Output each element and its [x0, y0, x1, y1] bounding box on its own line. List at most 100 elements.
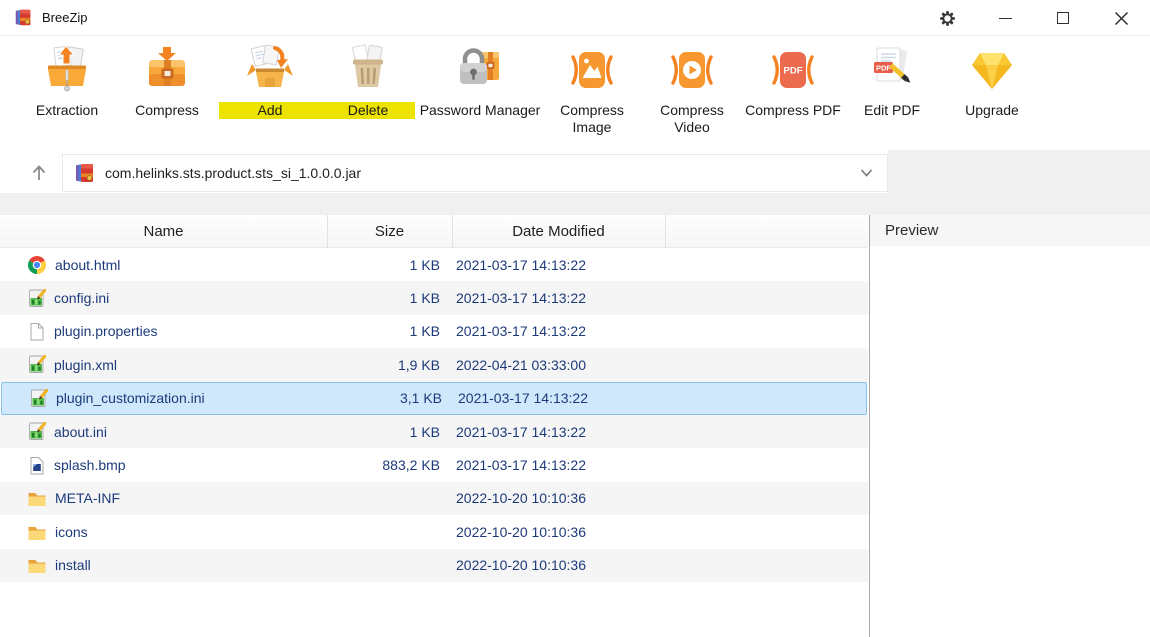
preview-panel: Preview: [870, 215, 1150, 637]
delete-icon: [342, 44, 394, 96]
name-cell: config.ini: [0, 289, 327, 308]
gear-icon: [939, 10, 956, 27]
document-file-icon: [27, 322, 46, 341]
toolbar-button-edit-pdf[interactable]: PDF Edit PDF: [844, 44, 940, 119]
breezip-app-icon: [14, 8, 33, 27]
folder-row-install[interactable]: install 2022-10-20 10:10:36: [0, 549, 868, 582]
file-row-plugin-customization-ini-selected[interactable]: plugin_customization.ini 3,1 KB 2021-03-…: [1, 382, 867, 415]
compress-pdf-icon: PDF: [767, 44, 819, 96]
maximize-button[interactable]: [1034, 0, 1092, 36]
name-cell: plugin_customization.ini: [2, 389, 329, 408]
name-cell: META-INF: [0, 489, 327, 507]
date-cell: 2021-03-17 14:13:22: [447, 257, 868, 273]
minimize-icon: [999, 18, 1012, 19]
column-header-date-modified[interactable]: Date Modified: [452, 215, 665, 248]
toolbar: Extraction Compress Add: [0, 37, 1150, 149]
size-cell: 1,9 KB: [327, 357, 447, 373]
upgrade-icon: [966, 44, 1018, 96]
date-cell: 2021-03-17 14:13:22: [447, 323, 868, 339]
ini-file-icon: [27, 355, 46, 374]
size-cell: 1 KB: [327, 323, 447, 339]
window-controls: [918, 0, 1150, 36]
preview-header: Preview: [870, 215, 1150, 246]
svg-text:PDF: PDF: [876, 64, 891, 73]
toolbar-button-compress-video[interactable]: Compress Video: [643, 44, 741, 136]
column-separator[interactable]: [327, 215, 328, 248]
column-header-name[interactable]: Name: [0, 215, 327, 248]
file-row-about-ini[interactable]: about.ini 1 KB 2021-03-17 14:13:22: [0, 415, 868, 448]
toolbar-button-compress-pdf[interactable]: PDF Compress PDF: [740, 44, 846, 119]
file-row-splash-bmp[interactable]: splash.bmp 883,2 KB 2021-03-17 14:13:22: [0, 448, 868, 481]
toolbar-button-compress-image[interactable]: Compress Image: [543, 44, 641, 136]
date-cell: 2022-10-20 10:10:36: [447, 524, 868, 540]
extraction-icon: [41, 44, 93, 96]
address-bar: com.helinks.sts.product.sts_si_1.0.0.0.j…: [0, 150, 1150, 215]
toolbar-label: Compress: [117, 102, 217, 119]
name-cell: about.html: [0, 255, 327, 275]
svg-text:PDF: PDF: [784, 66, 803, 77]
column-separator[interactable]: [452, 215, 453, 248]
minimize-button[interactable]: [976, 0, 1034, 36]
archive-path-combobox[interactable]: com.helinks.sts.product.sts_si_1.0.0.0.j…: [62, 154, 888, 192]
toolbar-button-upgrade[interactable]: Upgrade: [942, 44, 1042, 119]
size-cell: 3,1 KB: [329, 390, 449, 406]
column-header-size[interactable]: Size: [327, 215, 452, 248]
compress-image-icon: [566, 44, 618, 96]
size-cell: 1 KB: [327, 257, 447, 273]
date-cell: 2021-03-17 14:13:22: [449, 390, 866, 406]
name-cell: splash.bmp: [0, 456, 327, 475]
file-row-config-ini[interactable]: config.ini 1 KB 2021-03-17 14:13:22: [0, 281, 868, 314]
html-chrome-file-icon: [27, 255, 47, 275]
folder-icon: [27, 523, 47, 541]
close-button[interactable]: [1092, 0, 1150, 36]
separator-band: [0, 193, 1150, 215]
main-area: Name Size Date Modified about.html 1 KB …: [0, 215, 1150, 637]
folder-icon: [27, 556, 47, 574]
toolbar-label: Password Manager: [410, 102, 550, 119]
date-cell: 2022-10-20 10:10:36: [447, 490, 868, 506]
toolbar-label: Extraction: [19, 102, 115, 119]
title-bar: BreeZip: [0, 0, 1150, 36]
toolbar-label: Edit PDF: [844, 102, 940, 119]
toolbar-label-highlighted: Delete: [321, 102, 415, 119]
compress-icon: [141, 44, 193, 96]
bmp-image-file-icon: [27, 456, 46, 475]
file-row-plugin-xml[interactable]: plugin.xml 1,9 KB 2022-04-21 03:33:00: [0, 348, 868, 381]
folder-row-meta-inf[interactable]: META-INF 2022-10-20 10:10:36: [0, 482, 868, 515]
file-list-header: Name Size Date Modified: [0, 215, 868, 248]
settings-button[interactable]: [918, 0, 976, 36]
navigate-up-button[interactable]: [18, 154, 60, 192]
maximize-icon: [1057, 12, 1069, 24]
date-cell: 2022-10-20 10:10:36: [447, 557, 868, 573]
chevron-down-icon[interactable]: [860, 169, 873, 177]
file-row-plugin-properties[interactable]: plugin.properties 1 KB 2021-03-17 14:13:…: [0, 315, 868, 348]
folder-row-icons[interactable]: icons 2022-10-20 10:10:36: [0, 515, 868, 548]
password-manager-icon: [454, 44, 506, 96]
name-cell: install: [0, 556, 327, 574]
edit-pdf-icon: PDF: [866, 44, 918, 96]
close-icon: [1114, 11, 1129, 26]
file-row-about-html[interactable]: about.html 1 KB 2021-03-17 14:13:22: [0, 248, 868, 281]
toolbar-button-delete[interactable]: Delete: [321, 44, 415, 119]
file-list: about.html 1 KB 2021-03-17 14:13:22 conf…: [0, 248, 868, 582]
jar-archive-icon: [74, 162, 96, 184]
toolbar-label: Upgrade: [942, 102, 1042, 119]
compress-video-icon: [666, 44, 718, 96]
toolbar-button-add[interactable]: Add: [219, 44, 321, 119]
name-cell: icons: [0, 523, 327, 541]
toolbar-label-highlighted: Add: [219, 102, 321, 119]
toolbar-button-compress[interactable]: Compress: [117, 44, 217, 119]
size-cell: 1 KB: [327, 290, 447, 306]
column-separator[interactable]: [665, 215, 666, 248]
toolbar-label: Compress Video: [643, 102, 741, 136]
ini-file-icon: [29, 389, 48, 408]
archive-path-text: com.helinks.sts.product.sts_si_1.0.0.0.j…: [105, 165, 860, 181]
toolbar-button-password-manager[interactable]: Password Manager: [410, 44, 550, 119]
date-cell: 2021-03-17 14:13:22: [447, 290, 868, 306]
ini-file-icon: [27, 289, 46, 308]
name-cell: plugin.xml: [0, 355, 327, 374]
date-cell: 2021-03-17 14:13:22: [447, 424, 868, 440]
toolbar-button-extraction[interactable]: Extraction: [19, 44, 115, 119]
folder-icon: [27, 489, 47, 507]
size-cell: 883,2 KB: [327, 457, 447, 473]
